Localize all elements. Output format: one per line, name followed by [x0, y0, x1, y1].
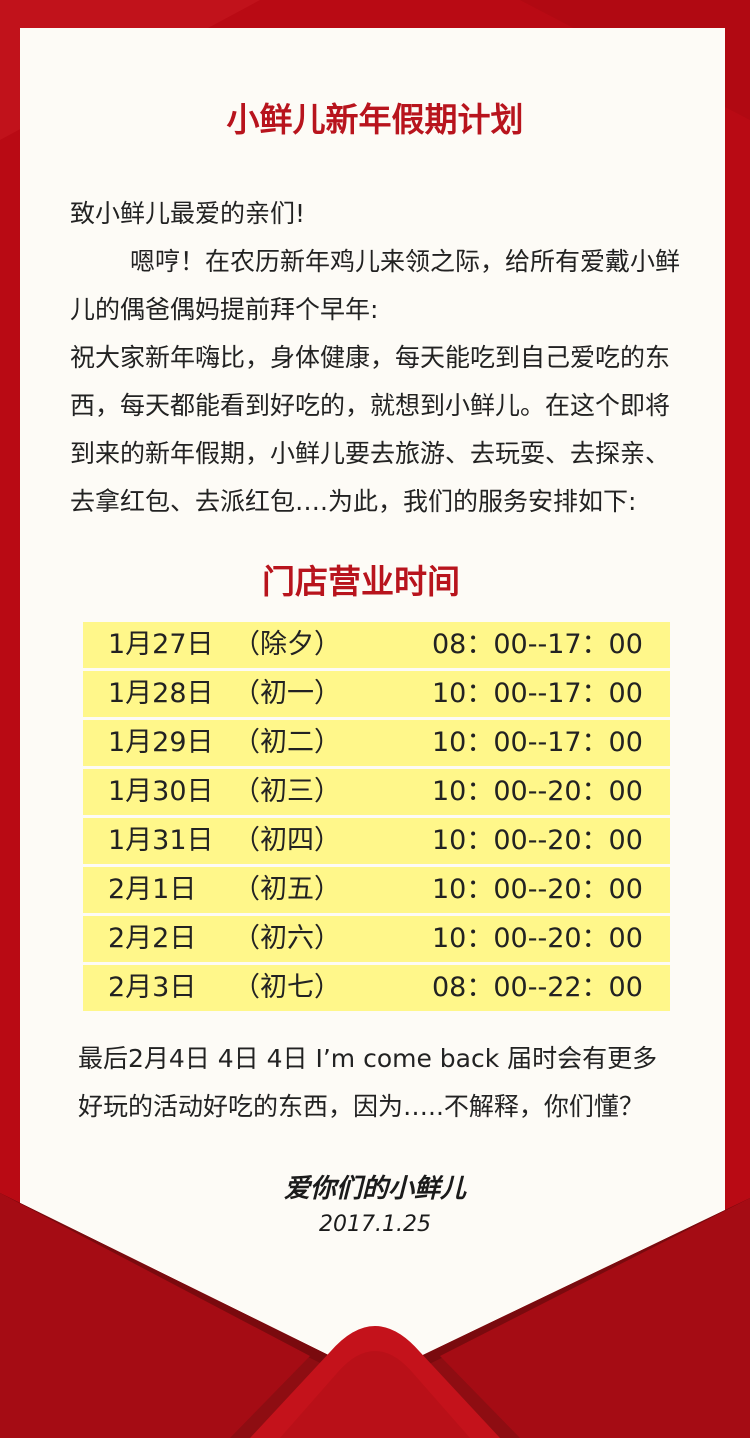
schedule-hours: 10：00--17：00 [432, 727, 643, 758]
schedule-row: 1月28日 （初一） 10：00--17：00 [83, 671, 670, 717]
closing-line: 好玩的活动好吃的东西，因为…..不解释，你们懂？ [78, 1092, 644, 1121]
schedule-lunar-day: （除夕） [233, 629, 341, 660]
schedule-date: 2月3日 [108, 972, 197, 1003]
schedule-row: 2月2日 （初六） 10：00--20：00 [83, 916, 670, 962]
closing-line: 最后2月4日 4日 4日 I’m come back 届时会有更多 [78, 1044, 658, 1073]
paragraph-line: 去拿红包、去派红包….为此，我们的服务安排如下: [70, 487, 637, 516]
signature: 爱你们的小鲜儿 [283, 1174, 466, 1204]
schedule-row: 1月30日 （初三） 10：00--20：00 [83, 769, 670, 815]
schedule-row: 1月31日 （初四） 10：00--20：00 [83, 818, 670, 864]
paragraph-line: 到来的新年假期，小鲜儿要去旅游、去玩耍、去探亲、 [70, 439, 671, 468]
schedule-date: 1月30日 [108, 776, 214, 807]
paragraph-line: 祝大家新年嗨比，身体健康，每天能吃到自己爱吃的东 [70, 343, 671, 372]
schedule-lunar-day: （初五） [233, 874, 341, 905]
schedule-row: 1月29日 （初二） 10：00--17：00 [83, 720, 670, 766]
schedule-hours: 10：00--20：00 [432, 923, 643, 954]
paragraph-line: 儿的偶爸偶妈提前拜个早年: [70, 295, 379, 324]
schedule-lunar-day: （初二） [233, 727, 341, 758]
schedule-date: 2月1日 [108, 874, 197, 905]
signature-date: 2017.1.25 [319, 1212, 431, 1237]
paragraph-line: 西，每天都能看到好吃的，就想到小鲜儿。在这个即将 [70, 391, 671, 420]
schedule-lunar-day: （初一） [233, 678, 341, 709]
page-title: 小鲜儿新年假期计划 [226, 100, 524, 139]
schedule-date: 1月31日 [108, 825, 214, 856]
schedule-hours: 08：00--17：00 [432, 629, 643, 660]
schedule-hours: 10：00--20：00 [432, 825, 643, 856]
schedule-date: 1月29日 [108, 727, 214, 758]
paragraph-line: 嗯哼！在农历新年鸡儿来领之际，给所有爱戴小鲜 [130, 247, 681, 276]
schedule-date: 1月28日 [108, 678, 214, 709]
schedule-lunar-day: （初三） [233, 776, 341, 807]
schedule-lunar-day: （初六） [233, 923, 341, 954]
schedule-date: 2月2日 [108, 923, 197, 954]
schedule-title: 门店营业时间 [262, 562, 460, 601]
schedule-hours: 10：00--20：00 [432, 776, 643, 807]
schedule-lunar-day: （初七） [233, 972, 341, 1003]
schedule-hours: 08：00--22：00 [432, 972, 643, 1003]
schedule-lunar-day: （初四） [233, 825, 341, 856]
schedule-row: 1月27日 （除夕） 08：00--17：00 [83, 622, 670, 668]
schedule-row: 2月1日 （初五） 10：00--20：00 [83, 867, 670, 913]
schedule-row: 2月3日 （初七） 08：00--22：00 [83, 965, 670, 1011]
schedule-date: 1月27日 [108, 629, 214, 660]
schedule-hours: 10：00--20：00 [432, 874, 643, 905]
greeting-line: 致小鲜儿最爱的亲们! [70, 199, 306, 228]
schedule-hours: 10：00--17：00 [432, 678, 643, 709]
